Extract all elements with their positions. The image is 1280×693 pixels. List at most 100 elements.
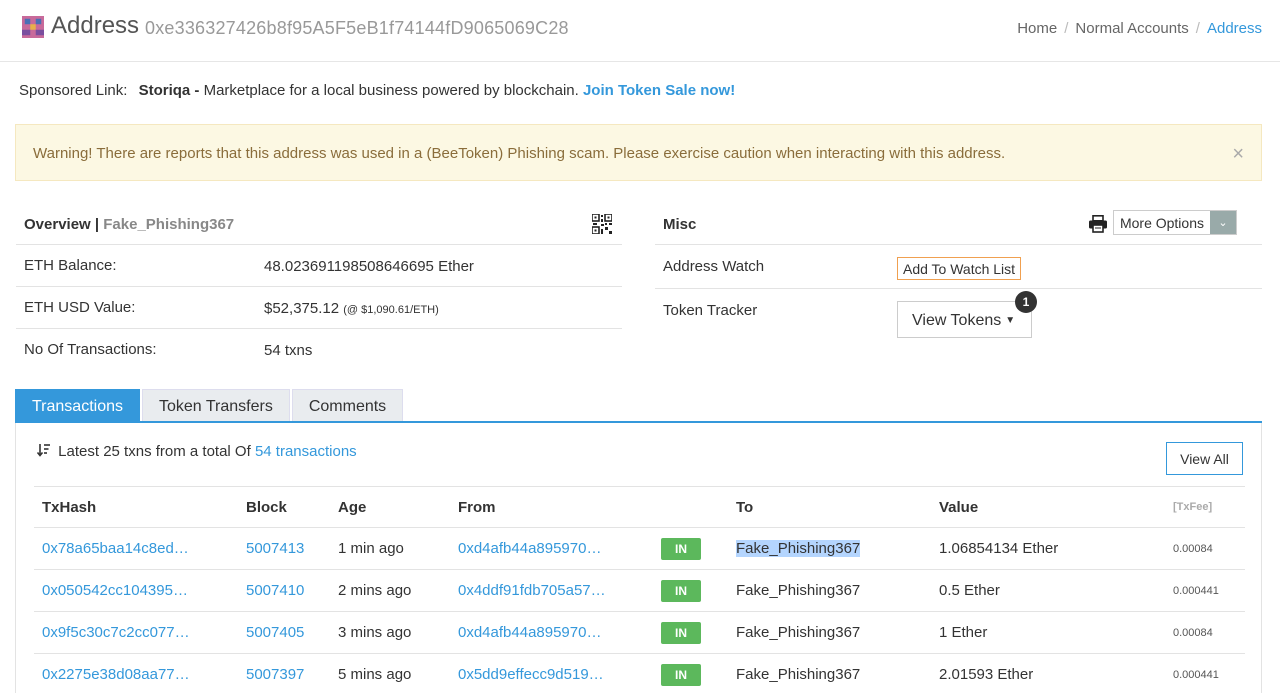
transactions-panel: Latest 25 txns from a total Of 54 transa… [15, 423, 1262, 693]
more-options-label: More Options [1119, 215, 1204, 231]
col-to: To [728, 486, 931, 528]
block-link[interactable]: 5007413 [238, 527, 330, 570]
block-link[interactable]: 5007410 [238, 569, 330, 612]
tx-hash-link[interactable]: 0x2275e38d08aa77… [34, 653, 238, 693]
direction-badge: IN [661, 621, 701, 644]
sponsor-name[interactable]: Storiqa - [139, 82, 200, 99]
sponsor-prefix: Sponsored Link: [19, 82, 128, 99]
tx-age: 2 mins ago [330, 569, 450, 612]
eth-balance-value: 48.023691198508646695 Ether [264, 258, 474, 275]
tx-age: 5 mins ago [330, 653, 450, 693]
address-hash: 0xe336327426b8f95A5F5eB1f74144fD9065069C… [145, 18, 569, 38]
tx-hash-link[interactable]: 0x9f5c30c7c2cc077… [34, 611, 238, 654]
close-icon[interactable]: × [1232, 144, 1244, 164]
col-value: Value [931, 486, 1165, 528]
block-link[interactable]: 5007397 [238, 653, 330, 693]
tx-value: 1.06854134 Ether [931, 527, 1165, 570]
direction-cell: IN [653, 569, 728, 612]
from-address-link[interactable]: 0xd4afb44a895970… [450, 611, 653, 654]
col-age: Age [330, 486, 450, 528]
col-txhash: TxHash [34, 486, 238, 528]
avatar [22, 16, 44, 38]
direction-badge: IN [661, 579, 701, 602]
token-count-badge: 1 [1015, 291, 1037, 313]
sponsor-text: Marketplace for a local business powered… [203, 82, 579, 99]
warning-message: Warning! There are reports that this add… [33, 145, 1006, 162]
tx-fee: 0.000441 [1165, 569, 1245, 612]
table-row: 0x2275e38d08aa77… 5007397 5 mins ago 0x5… [34, 653, 1245, 693]
eth-balance-row: ETH Balance: 48.023691198508646695 Ether [16, 245, 622, 287]
misc-panel: Misc More Options ⌄ Address Watch Add To… [655, 205, 1262, 338]
token-tracker-row: Token Tracker View Tokens ▼ 1 [655, 289, 1262, 338]
tab-transactions[interactable]: Transactions [15, 389, 140, 422]
more-options-button[interactable]: More Options ⌄ [1112, 210, 1237, 235]
misc-title: Misc [663, 216, 697, 233]
table-row: 0x78a65baa14c8ed… 5007413 1 min ago 0xd4… [34, 527, 1245, 570]
view-all-button[interactable]: View All [1166, 442, 1243, 475]
tx-value: 0.5 Ether [931, 569, 1165, 612]
direction-badge: IN [661, 537, 701, 560]
overview-title: Overview | Fake_Phishing367 [24, 216, 234, 233]
address-tag: Fake_Phishing367 [103, 216, 235, 233]
sort-icon [37, 444, 50, 457]
address-watch-row: Address Watch Add To Watch List [655, 245, 1262, 289]
eth-balance-label: ETH Balance: [24, 257, 117, 274]
view-tokens-dropdown[interactable]: View Tokens ▼ [897, 301, 1032, 338]
caret-down-icon: ▼ [1005, 315, 1016, 326]
tx-hash-link[interactable]: 0x050542cc104395… [34, 569, 238, 612]
tx-count-row: No Of Transactions: 54 txns [16, 329, 622, 371]
breadcrumb-home[interactable]: Home [1017, 20, 1057, 37]
tx-total-link[interactable]: 54 transactions [255, 443, 357, 460]
to-address-label: Fake_Phishing367 [736, 540, 861, 557]
eth-usd-row: ETH USD Value: $52,375.12 (@ $1,090.61/E… [16, 287, 622, 329]
direction-badge: IN [661, 663, 701, 686]
address-watch-label: Address Watch [663, 258, 765, 275]
breadcrumb-normal-accounts[interactable]: Normal Accounts [1075, 20, 1188, 37]
direction-cell: IN [653, 527, 728, 570]
tab-bar: Transactions Token Transfers Comments [15, 389, 405, 422]
sponsor-cta-link[interactable]: Join Token Sale now! [583, 82, 735, 99]
col-from: From [450, 486, 653, 528]
table-row: 0x9f5c30c7c2cc077… 5007405 3 mins ago 0x… [34, 611, 1245, 654]
from-address-link[interactable]: 0x5dd9effecc9d519… [450, 653, 653, 693]
table-header-row: TxHash Block Age From To Value [TxFee] [34, 486, 1245, 528]
eth-usd-label: ETH USD Value: [24, 299, 136, 316]
block-link[interactable]: 5007405 [238, 611, 330, 654]
tx-summary-text: Latest 25 txns from a total Of [58, 443, 251, 460]
tx-hash-link[interactable]: 0x78a65baa14c8ed… [34, 527, 238, 570]
tab-comments[interactable]: Comments [291, 389, 404, 422]
tx-value: 2.01593 Ether [931, 653, 1165, 693]
from-address-link[interactable]: 0x4ddf91fdb705a57… [450, 569, 653, 612]
tx-fee: 0.00084 [1165, 527, 1245, 570]
to-address: Fake_Phishing367 [728, 653, 931, 693]
direction-cell: IN [653, 653, 728, 693]
eth-usd-value-wrap: $52,375.12 (@ $1,090.61/ETH) [264, 300, 439, 317]
tx-age: 3 mins ago [330, 611, 450, 654]
table-row: 0x050542cc104395… 5007410 2 mins ago 0x4… [34, 569, 1245, 612]
view-tokens-label: View Tokens [912, 312, 1002, 329]
tx-summary: Latest 25 txns from a total Of 54 transa… [37, 443, 357, 460]
col-direction [653, 486, 728, 528]
tx-value: 1 Ether [931, 611, 1165, 654]
col-block: Block [238, 486, 330, 528]
to-address: Fake_Phishing367 [728, 527, 931, 570]
tx-count-value: 54 txns [264, 342, 313, 359]
page-header: Address 0xe336327426b8f95A5F5eB1f74144fD… [0, 0, 1280, 62]
overview-label: Overview | [24, 216, 100, 233]
sponsored-link: Sponsored Link: Storiqa - Marketplace fo… [19, 82, 735, 99]
add-to-watch-list-button[interactable]: Add To Watch List [897, 257, 1022, 280]
tx-age: 1 min ago [330, 527, 450, 570]
token-tracker-label: Token Tracker [663, 302, 758, 319]
tab-token-transfers[interactable]: Token Transfers [142, 389, 290, 422]
to-address: Fake_Phishing367 [728, 569, 931, 612]
overview-panel: Overview | Fake_Phishing367 ETH Balance:… [16, 205, 622, 371]
breadcrumb: Home / Normal Accounts / Address [1017, 20, 1262, 37]
page-title: Address [51, 12, 140, 39]
to-address: Fake_Phishing367 [728, 611, 931, 654]
qr-code-icon[interactable] [592, 214, 612, 234]
col-txfee[interactable]: [TxFee] [1165, 486, 1245, 528]
from-address-link[interactable]: 0xd4afb44a895970… [450, 527, 653, 570]
eth-price-note: (@ $1,090.61/ETH) [343, 304, 439, 316]
printer-icon[interactable] [1088, 215, 1108, 233]
eth-usd-value: $52,375.12 [264, 300, 340, 317]
